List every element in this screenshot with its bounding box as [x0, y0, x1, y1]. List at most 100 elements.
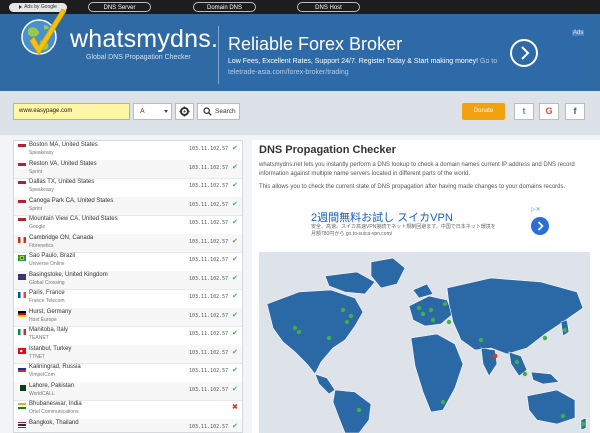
server-location: Lahore, Pakistan — [29, 382, 75, 389]
server-location: Kaliningrad, Russia — [29, 364, 81, 370]
ad-choices-icon[interactable]: ▷✕ — [531, 206, 541, 213]
info-paragraph: This allows you to check the current sta… — [259, 184, 566, 190]
resolved-ip[interactable]: 103.11.102.57 — [189, 165, 228, 171]
server-location: Bangkok, Thailand — [29, 419, 79, 426]
globe-check-logo-icon[interactable] — [14, 5, 74, 71]
flag-us-icon — [18, 181, 26, 187]
domain-input[interactable]: www.easypage.com — [13, 103, 130, 120]
server-isp: Sprint — [29, 205, 43, 212]
server-row[interactable]: Istanbul, Turkey TTNET 103.11.102.57 ✔ — [14, 344, 242, 364]
check-icon: ✔ — [232, 256, 238, 263]
server-row[interactable]: Kaliningrad, Russia VimpelCom 103.11.102.5… — [14, 363, 242, 383]
resolved-ip[interactable]: 103.11.102.57 — [189, 331, 228, 337]
server-location: Hurst, Germany — [29, 308, 72, 315]
search-button[interactable]: Search — [197, 103, 240, 120]
banner-divider — [218, 26, 219, 84]
main-content: DNS Propagation Checker whatsmydns.net l… — [252, 140, 600, 433]
check-icon: ✔ — [232, 163, 238, 171]
flag-ru-icon — [18, 366, 26, 372]
intro-paragraph: whatsmydns.net lets you instantly perfor… — [259, 162, 575, 177]
server-location: Reston VA, United States — [29, 160, 97, 167]
resolved-ip[interactable]: 103.11.102.57 — [189, 220, 228, 226]
banner-ad-title[interactable]: Reliable Forex Broker — [228, 34, 402, 55]
chevron-right-icon — [521, 46, 530, 60]
resolved-ip[interactable]: 103.11.102.57 — [189, 387, 228, 393]
check-icon: ✔ — [232, 274, 238, 282]
server-location: Paris, France — [29, 290, 65, 296]
record-type-value: A — [140, 108, 145, 115]
forex-banner-ad[interactable]: Reliable Forex Broker Low Fees, Excellen… — [218, 14, 588, 91]
google-plus-icon[interactable]: G — [539, 103, 559, 120]
server-row[interactable]: Mountain View CA, United States Google 103… — [14, 215, 242, 235]
server-row[interactable]: Boston MA, United States Speakeasy 103.11.… — [14, 141, 242, 161]
flag-gb-icon — [18, 273, 26, 280]
server-row[interactable]: Bhubaneswar, India Ortel Communications ✖ — [14, 400, 242, 420]
server-row[interactable]: Canoga Park CA, United States Sprint 103.1… — [14, 196, 242, 216]
resolved-ip[interactable]: 103.11.102.57 — [189, 313, 228, 319]
resolved-ip[interactable]: 103.11.102.57 — [189, 350, 228, 356]
server-isp: Universe Online — [29, 261, 65, 267]
server-list: Boston MA, United States Speakeasy 103.11.… — [13, 140, 243, 433]
server-isp: Fibrenetics — [29, 242, 54, 249]
resolved-ip[interactable]: 103.11.102.57 — [189, 183, 228, 189]
record-type-select[interactable]: A — [133, 103, 172, 120]
server-location: Cambridge ON, Canada — [29, 234, 94, 241]
server-isp: Google — [29, 224, 46, 230]
check-icon: ✔ — [232, 330, 238, 337]
banner-ad-arrow-button[interactable] — [510, 39, 538, 67]
server-location: Boston MA, United States — [29, 142, 98, 148]
server-row[interactable]: Cambridge ON, Canada Fibrenetics 103.11.10… — [14, 233, 242, 253]
resolved-ip[interactable]: 103.11.102.57 — [189, 424, 228, 430]
server-row[interactable]: Manitoba, Italy TEANET 103.11.102.57 ✔ — [14, 326, 242, 346]
resolved-ip[interactable]: 103.11.102.57 — [189, 202, 228, 208]
settings-button[interactable] — [175, 103, 194, 120]
resolved-ip[interactable]: 103.11.102.57 — [189, 368, 228, 374]
nav-dns-host[interactable]: DNS Host — [297, 2, 360, 12]
resolved-ip[interactable]: 103.11.102.57 — [189, 146, 228, 152]
resolved-ip[interactable]: 103.11.102.57 — [189, 257, 228, 263]
vpn-ad-arrow-button[interactable] — [531, 217, 549, 235]
donate-button[interactable]: Donate — [462, 103, 505, 120]
vpn-ad[interactable]: 2週間無料お試し スイカVPN 安全、高速、スイカ高速VPN接続でネット規制回避… — [304, 206, 552, 246]
resolved-ip[interactable]: 103.11.102.57 — [189, 294, 228, 300]
resolved-ip[interactable]: 103.11.102.57 — [189, 276, 228, 282]
world-map[interactable] — [259, 252, 590, 433]
resolved-ip[interactable]: 103.11.102.57 — [189, 239, 228, 245]
nav-domain-dns[interactable]: Domain DNS — [193, 2, 256, 12]
flag-us-icon — [18, 218, 26, 224]
server-location: Mountain View CA, United States — [29, 216, 118, 222]
server-row[interactable]: Basingstoke, United Kingdom Global Crossi… — [14, 270, 242, 290]
server-isp: Speakeasy — [29, 150, 54, 156]
vpn-ad-title[interactable]: 2週間無料お試し スイカVPN — [311, 209, 453, 225]
flag-us-icon — [18, 144, 26, 150]
facebook-icon[interactable]: f — [565, 103, 585, 120]
server-row[interactable]: Paris, France France Telecom 103.11.102.57… — [14, 289, 242, 309]
flag-it-icon — [18, 329, 26, 335]
server-row[interactable]: Lahore, Pakistan WorldCALL 103.11.102.57 ✔ — [14, 381, 242, 401]
twitter-icon[interactable]: t — [514, 103, 534, 120]
check-icon: ✔ — [232, 367, 238, 374]
server-row[interactable]: Hurst, Germany Host Europe 103.11.102.57 ✔ — [14, 307, 242, 327]
ad-choices-icon[interactable]: Ads — [572, 30, 585, 36]
cross-icon: ✖ — [232, 404, 238, 411]
flag-fr-icon — [18, 292, 26, 298]
server-location: Manitoba, Italy — [29, 327, 69, 333]
search-icon — [203, 107, 212, 116]
top-bar: Ads by Google DNS Server Domain DNS DNS … — [0, 0, 600, 14]
server-isp: Global Crossing — [29, 279, 65, 286]
check-icon: ✔ — [232, 200, 238, 208]
server-row[interactable]: Sao Paulo, Brazil Universe Online 103.11.1… — [14, 252, 242, 272]
chevron-right-icon — [537, 221, 544, 231]
server-row[interactable]: Bangkok, Thailand 103.11.102.57 ✔ — [14, 418, 242, 432]
flag-pk-icon — [18, 384, 26, 391]
server-isp: Host Europe — [29, 316, 57, 323]
check-icon: ✔ — [232, 348, 238, 356]
server-row[interactable]: Dallas TX, United States Speakeasy 103.11.… — [14, 178, 242, 198]
flag-in-icon — [18, 403, 26, 409]
check-icon: ✔ — [232, 219, 238, 226]
check-icon: ✔ — [232, 237, 238, 245]
flag-th-icon — [18, 421, 26, 428]
nav-dns-server[interactable]: DNS Server — [88, 2, 151, 12]
server-row[interactable]: Reston VA, United States Sprint 103.11.102… — [14, 159, 242, 179]
flag-br-icon — [18, 255, 26, 261]
